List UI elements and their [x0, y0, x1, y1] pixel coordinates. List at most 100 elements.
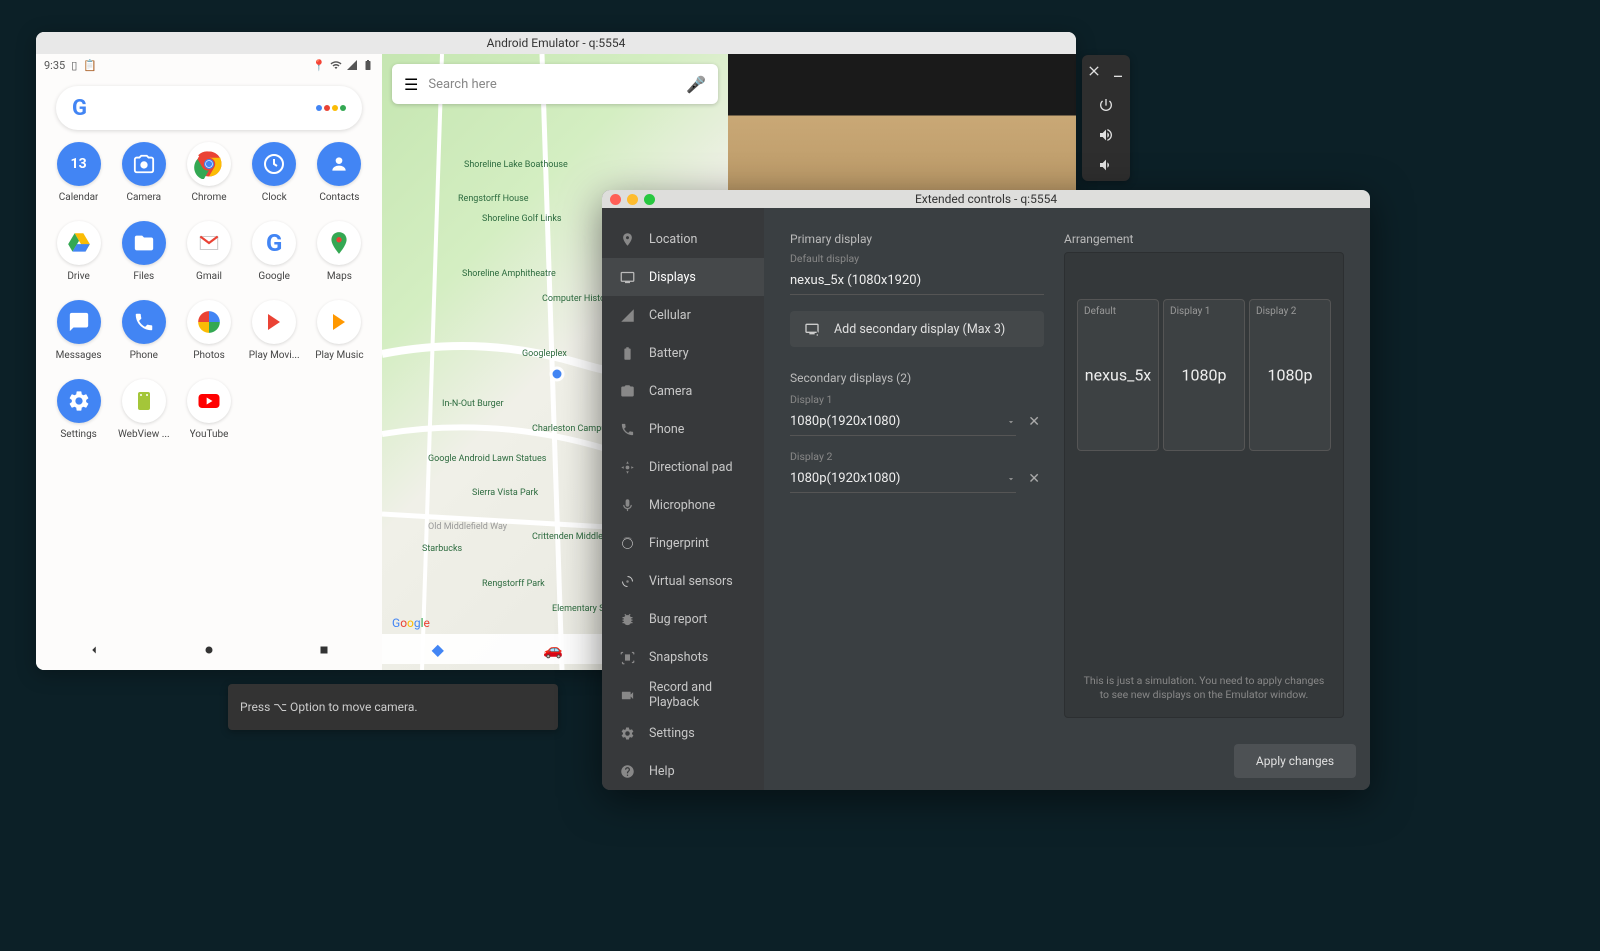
status-left: 9:35 ▯ 📋	[44, 59, 97, 72]
commute-icon[interactable]: 🚗	[543, 640, 563, 659]
arrangement-header: Arrangement	[1064, 232, 1344, 246]
app-circle	[57, 379, 101, 423]
app-icon-maps[interactable]: Maps	[307, 221, 372, 282]
map-poi: In-N-Out Burger	[442, 399, 504, 409]
app-circle	[252, 300, 296, 344]
app-circle	[187, 221, 231, 265]
display-label: Display 1	[790, 393, 1044, 406]
window-zoom-icon[interactable]	[644, 194, 655, 205]
nav-item-virtual-sensors[interactable]: Virtual sensors	[602, 562, 764, 600]
arrangement-display[interactable]: Default nexus_5x	[1077, 299, 1159, 451]
nav-item-displays[interactable]: Displays	[602, 258, 764, 296]
map-poi: Google Android Lawn Statues	[428, 454, 546, 464]
display-resolution-select[interactable]: 1080p(1920x1080)	[790, 408, 1016, 436]
nav-item-cellular[interactable]: Cellular	[602, 296, 764, 334]
status-icon: 📋	[83, 59, 97, 72]
app-icon-calendar[interactable]: 13Calendar	[46, 142, 111, 203]
nav-item-settings[interactable]: Settings	[602, 714, 764, 752]
app-icon-photos[interactable]: Photos	[176, 300, 241, 361]
remove-display-button[interactable]: ✕	[1024, 410, 1044, 434]
google-search-bar[interactable]: G	[56, 86, 362, 130]
recents-button-icon[interactable]	[317, 643, 331, 657]
app-icon-camera[interactable]: Camera	[111, 142, 176, 203]
back-button-icon[interactable]	[87, 643, 101, 657]
app-label: YouTube	[190, 429, 229, 440]
arrangement-display-label: Default	[1084, 306, 1152, 317]
minimize-icon[interactable]	[1110, 63, 1126, 79]
nav-item-phone[interactable]: Phone	[602, 410, 764, 448]
home-button-icon[interactable]	[202, 643, 216, 657]
map-search-input[interactable]: Search here	[428, 77, 676, 92]
add-secondary-display-button[interactable]: Add secondary display (Max 3)	[790, 311, 1044, 347]
volume-down-icon[interactable]	[1098, 157, 1114, 173]
add-secondary-label: Add secondary display (Max 3)	[834, 322, 1005, 337]
nav-item-fingerprint[interactable]: Fingerprint	[602, 524, 764, 562]
battery-icon	[620, 346, 635, 361]
app-grid: 13CalendarCameraChromeClock Contacts Drive…	[36, 142, 382, 440]
map-search-bar[interactable]: ☰ Search here 🎤	[392, 64, 718, 104]
displays-icon	[620, 270, 635, 285]
window-close-icon[interactable]	[610, 194, 621, 205]
display-resolution-value: 1080p(1920x1080)	[790, 471, 900, 486]
app-label: Files	[133, 271, 154, 282]
window-minimize-icon[interactable]	[627, 194, 638, 205]
app-label: Phone	[130, 350, 158, 361]
assistant-icon[interactable]	[316, 105, 346, 111]
app-icon-clock[interactable]: Clock	[242, 142, 307, 203]
app-icon-chrome[interactable]: Chrome	[176, 142, 241, 203]
app-label: Contacts	[319, 192, 359, 203]
nav-item-directional-pad[interactable]: Directional pad	[602, 448, 764, 486]
cellular-icon	[620, 308, 635, 323]
explore-icon[interactable]: ◆	[432, 640, 444, 659]
map-poi: Shoreline Lake Boathouse	[464, 160, 568, 170]
app-icon-settings[interactable]: Settings	[46, 379, 111, 440]
app-icon-gmail[interactable]: Gmail	[176, 221, 241, 282]
nav-label: Location	[649, 232, 697, 247]
arrangement-box: Default nexus_5x Display 11080pDisplay 210…	[1064, 252, 1344, 718]
map-poi: Sierra Vista Park	[472, 488, 538, 498]
app-label: Messages	[56, 350, 102, 361]
arrangement-display[interactable]: Display 11080p	[1163, 299, 1245, 451]
app-icon-messages[interactable]: Messages	[46, 300, 111, 361]
app-icon-drive[interactable]: Drive	[46, 221, 111, 282]
map-poi: Googleplex	[522, 349, 567, 359]
remove-display-button[interactable]: ✕	[1024, 467, 1044, 491]
nav-item-camera[interactable]: Camera	[602, 372, 764, 410]
arrangement-hint: This is just a simulation. You need to a…	[1079, 674, 1329, 703]
apply-changes-button[interactable]: Apply changes	[1234, 744, 1356, 778]
default-display-label: Default display	[790, 252, 1044, 265]
nav-item-snapshots[interactable]: Snapshots	[602, 638, 764, 676]
app-circle	[122, 379, 166, 423]
nav-item-battery[interactable]: Battery	[602, 334, 764, 372]
power-icon[interactable]	[1098, 97, 1114, 113]
arrangement-display[interactable]: Display 21080p	[1249, 299, 1331, 451]
app-circle	[317, 221, 361, 265]
app-label: Photos	[193, 350, 225, 361]
nav-item-microphone[interactable]: Microphone	[602, 486, 764, 524]
menu-icon[interactable]: ☰	[404, 75, 418, 94]
app-icon-phone[interactable]: Phone	[111, 300, 176, 361]
map-poi: Rengstorff Park	[482, 579, 545, 589]
arrangement-display-name: nexus_5x	[1085, 366, 1151, 385]
nav-item-record-and-playback[interactable]: Record and Playback	[602, 676, 764, 714]
close-icon[interactable]	[1086, 63, 1102, 79]
emulator-title: Android Emulator - q:5554	[487, 36, 626, 50]
app-icon-google[interactable]: GGoogle	[242, 221, 307, 282]
map-poi: Shoreline Amphitheatre	[462, 269, 556, 279]
nav-item-location[interactable]: Location	[602, 220, 764, 258]
map-poi: Shoreline Golf Links	[482, 214, 562, 224]
app-icon-webview[interactable]: WebView ...	[111, 379, 176, 440]
display-resolution-select[interactable]: 1080p(1920x1080)	[790, 465, 1016, 493]
volume-up-icon[interactable]	[1098, 127, 1114, 143]
app-icon-youtube[interactable]: YouTube	[176, 379, 241, 440]
app-icon-files[interactable]: Files	[111, 221, 176, 282]
mic-icon[interactable]: 🎤	[686, 75, 706, 94]
app-circle	[252, 142, 296, 186]
nav-item-bug-report[interactable]: Bug report	[602, 600, 764, 638]
nav-item-help[interactable]: Help	[602, 752, 764, 790]
nav-label: Virtual sensors	[649, 574, 733, 589]
app-icon-contacts[interactable]: Contacts	[307, 142, 372, 203]
camera-hint-toast: Press ⌥ Option to move camera.	[228, 684, 558, 730]
app-icon-playmovi[interactable]: Play Movi...	[242, 300, 307, 361]
app-icon-playmusic[interactable]: Play Music	[307, 300, 372, 361]
